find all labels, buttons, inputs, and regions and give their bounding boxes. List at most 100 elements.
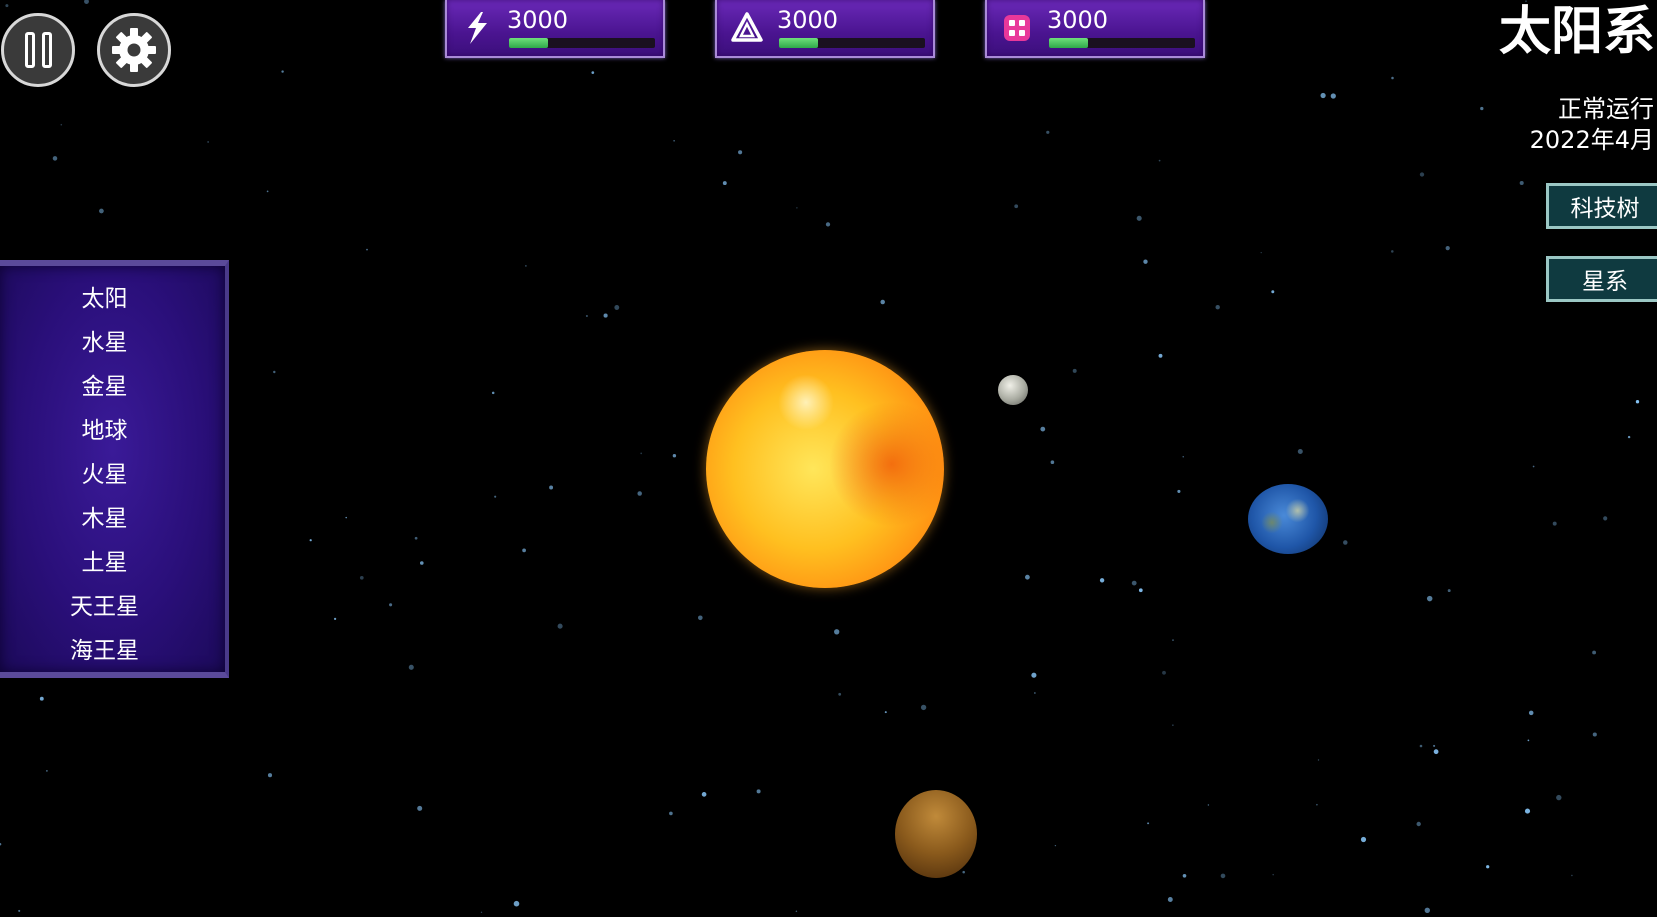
star xyxy=(1519,180,1524,186)
star xyxy=(1143,259,1148,264)
star xyxy=(1527,739,1530,742)
star xyxy=(1433,749,1439,755)
star xyxy=(1182,456,1184,458)
star xyxy=(591,71,595,74)
star xyxy=(1343,540,1348,545)
star xyxy=(1360,836,1367,843)
star xyxy=(1592,650,1597,655)
galaxy-button[interactable]: 星系 xyxy=(1546,256,1657,302)
material-value: 3000 xyxy=(777,6,839,34)
resource-energy: 3000 xyxy=(445,0,665,58)
star xyxy=(1147,822,1150,825)
star xyxy=(266,190,269,193)
star xyxy=(359,575,364,580)
star xyxy=(1552,521,1557,526)
game-scene[interactable]: 3000 3000 3000 太阳系 正常运行 2022年4月 科技树 星系 太… xyxy=(0,0,1657,917)
gear-icon xyxy=(112,28,156,72)
pause-button[interactable] xyxy=(1,13,75,87)
star xyxy=(1034,692,1036,694)
star xyxy=(1297,448,1303,455)
planet-item-earth[interactable]: 地球 xyxy=(0,406,225,450)
star xyxy=(672,454,677,458)
star xyxy=(698,615,703,621)
tech-tree-button[interactable]: 科技树 xyxy=(1546,183,1657,229)
star xyxy=(1524,808,1531,814)
planet-item-neptune[interactable]: 海王星 xyxy=(0,626,225,670)
star xyxy=(1031,672,1037,678)
star xyxy=(99,208,104,214)
star xyxy=(1426,595,1433,602)
star xyxy=(834,629,840,635)
star xyxy=(1528,710,1534,716)
star xyxy=(1260,251,1262,254)
star xyxy=(333,617,337,621)
pause-icon xyxy=(24,32,52,68)
star xyxy=(1182,873,1187,878)
star xyxy=(513,900,520,907)
star xyxy=(756,789,761,794)
star xyxy=(1131,580,1137,586)
planet-item-mars[interactable]: 火星 xyxy=(0,450,225,494)
planet-item-venus[interactable]: 金星 xyxy=(0,362,225,406)
star xyxy=(5,4,9,8)
star xyxy=(1172,639,1174,641)
settings-button[interactable] xyxy=(97,13,171,87)
star xyxy=(281,70,284,73)
star xyxy=(494,495,497,498)
star xyxy=(962,870,965,874)
star xyxy=(557,623,563,629)
star xyxy=(637,491,642,496)
star xyxy=(480,911,483,913)
star xyxy=(389,603,393,607)
earth-body[interactable] xyxy=(1248,484,1328,554)
star xyxy=(1040,426,1046,432)
material-progress-track xyxy=(779,38,925,48)
star xyxy=(1167,897,1173,902)
star xyxy=(880,299,885,305)
star xyxy=(1317,759,1320,761)
star xyxy=(60,123,63,126)
star xyxy=(1445,245,1450,251)
planet-item-uranus[interactable]: 天王星 xyxy=(0,582,225,626)
mars-body[interactable] xyxy=(895,790,977,878)
chip-icon xyxy=(1004,15,1030,41)
star xyxy=(1433,744,1436,747)
star xyxy=(1050,460,1055,465)
energy-progress-fill xyxy=(509,38,549,48)
star xyxy=(838,692,842,696)
lightning-icon xyxy=(468,12,487,44)
planet-item-sun[interactable]: 太阳 xyxy=(0,274,225,318)
system-title: 太阳系 xyxy=(1498,2,1655,62)
star xyxy=(345,516,347,519)
planet-item-jupiter[interactable]: 木星 xyxy=(0,494,225,538)
planet-list: 太阳 水星 金星 地球 火星 木星 土星 天王星 海王星 xyxy=(0,274,225,670)
star xyxy=(1215,305,1220,310)
star xyxy=(18,909,21,912)
star xyxy=(1316,803,1318,806)
star xyxy=(1054,844,1057,847)
sun-body[interactable] xyxy=(706,350,944,588)
star xyxy=(1138,588,1143,593)
star xyxy=(1014,204,1019,209)
planet-item-mercury[interactable]: 水星 xyxy=(0,318,225,362)
status-text: 正常运行 xyxy=(1558,95,1654,123)
star xyxy=(585,314,588,318)
star xyxy=(52,156,58,161)
star xyxy=(46,770,48,772)
energy-value: 3000 xyxy=(507,6,569,34)
star xyxy=(1627,435,1631,439)
star xyxy=(1072,368,1077,373)
star xyxy=(1480,106,1484,111)
star xyxy=(1486,865,1490,869)
star xyxy=(1320,92,1326,99)
star xyxy=(1416,821,1421,827)
mercury-body[interactable] xyxy=(998,375,1028,405)
star xyxy=(1603,516,1608,521)
star xyxy=(84,0,89,4)
star xyxy=(1177,489,1181,493)
star xyxy=(1220,873,1226,879)
planet-item-saturn[interactable]: 土星 xyxy=(0,538,225,582)
star xyxy=(1419,172,1425,177)
star xyxy=(1391,250,1394,253)
chip-value: 3000 xyxy=(1047,6,1109,34)
